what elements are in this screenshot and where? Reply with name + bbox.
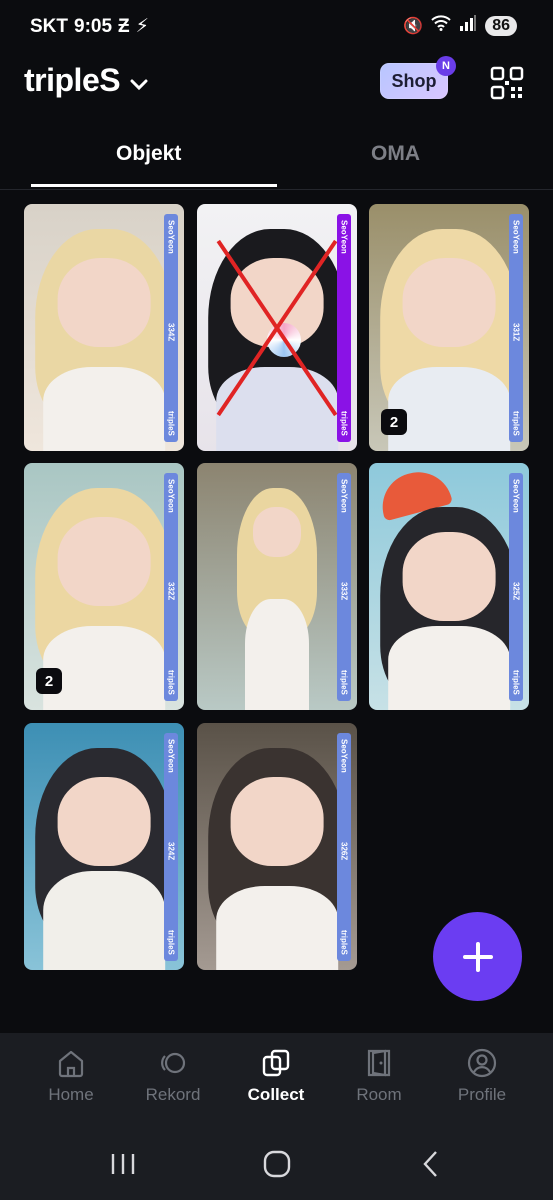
back-icon <box>423 1151 437 1177</box>
tab-objekt[interactable]: Objekt <box>116 142 181 166</box>
nav-collect-label: Collect <box>247 1085 305 1104</box>
recent-apps-icon <box>111 1154 135 1174</box>
profile-icon <box>467 1048 497 1078</box>
flash-icon: ⚡ <box>135 16 149 37</box>
app-header: tripleS Shop N <box>0 56 553 116</box>
serial-number: 331Z <box>511 323 521 342</box>
serial-number: 333Z <box>339 582 349 601</box>
status-bar: SKT 9:05 Ƶ ⚡ 🔇 86 <box>0 0 553 56</box>
nav-room-label: Room <box>356 1085 402 1104</box>
member-name: SeoYeon <box>511 220 521 254</box>
objekt-card[interactable]: SeoYeon 334Z tripleS <box>24 204 184 451</box>
group-label: tripleS <box>339 930 349 955</box>
serial-number: 324Z <box>166 842 176 861</box>
objekt-card[interactable]: SeoYeon 325Z tripleS <box>369 463 529 710</box>
nav-rekord-label: Rekord <box>145 1085 201 1104</box>
battery-indicator: 86 <box>485 15 517 36</box>
home-circle-icon <box>263 1150 291 1178</box>
member-name: SeoYeon <box>339 739 349 773</box>
nav-collect[interactable]: Collect <box>231 1047 321 1105</box>
group-selector[interactable]: tripleS <box>24 62 148 99</box>
add-objekt-button[interactable] <box>433 912 522 1001</box>
tab-bar: Objekt OMA <box>0 128 553 190</box>
serial-number: 325Z <box>511 582 521 601</box>
objekt-card[interactable]: SeoYeon 326Z tripleS <box>197 723 357 970</box>
group-label: tripleS <box>339 411 349 436</box>
nav-profile[interactable]: Profile <box>437 1047 527 1105</box>
objekt-photo <box>24 204 184 451</box>
shop-label: Shop <box>391 70 437 91</box>
objekt-strip: SeoYeon 334Z tripleS <box>164 214 178 442</box>
objekt-card[interactable]: SeoYeon 333Z tripleS <box>197 463 357 710</box>
objekt-strip: SeoYeon 332Z tripleS <box>164 473 178 701</box>
objekt-photo <box>197 463 357 710</box>
plus-icon <box>462 941 493 972</box>
shop-new-badge: N <box>436 56 456 76</box>
notification-z-icon: Ƶ <box>118 15 130 37</box>
room-icon <box>367 1049 391 1077</box>
group-label: tripleS <box>166 670 176 695</box>
nav-home[interactable]: Home <box>26 1047 116 1105</box>
objekt-card[interactable]: SeoYeon tripleS <box>197 204 357 451</box>
member-name: SeoYeon <box>511 479 521 513</box>
group-label: tripleS <box>166 930 176 955</box>
serial-number: 334Z <box>166 323 176 342</box>
group-name: tripleS <box>24 62 121 98</box>
duplicate-count-badge: 2 <box>36 668 62 694</box>
tab-divider <box>0 189 553 190</box>
rekord-icon <box>161 1052 186 1074</box>
member-name: SeoYeon <box>339 220 349 254</box>
objekt-card[interactable]: SeoYeon 332Z tripleS 2 <box>24 463 184 710</box>
objekt-strip: SeoYeon 325Z tripleS <box>509 473 523 701</box>
member-name: SeoYeon <box>166 739 176 773</box>
member-name: SeoYeon <box>166 479 176 513</box>
objekt-grid: SeoYeon 334Z tripleS SeoYeon tripleS Seo… <box>24 204 530 974</box>
status-right: 🔇 86 <box>403 15 517 36</box>
objekt-photo <box>24 723 184 970</box>
objekt-strip: SeoYeon 333Z tripleS <box>337 473 351 701</box>
active-tab-indicator <box>31 184 277 187</box>
group-label: tripleS <box>511 411 521 436</box>
objekt-photo <box>197 723 357 970</box>
clock: 9:05 <box>74 15 113 37</box>
objekt-strip: SeoYeon 326Z tripleS <box>337 733 351 961</box>
member-name: SeoYeon <box>166 220 176 254</box>
objekt-strip: SeoYeon tripleS <box>337 214 351 442</box>
objekt-card[interactable]: SeoYeon 331Z tripleS 2 <box>369 204 529 451</box>
status-left: SKT 9:05 Ƶ ⚡ <box>30 15 149 38</box>
objekt-card[interactable]: SeoYeon 324Z tripleS <box>24 723 184 970</box>
group-label: tripleS <box>339 670 349 695</box>
chevron-down-icon <box>130 62 148 99</box>
nav-rekord[interactable]: Rekord <box>128 1047 218 1105</box>
mute-icon: 🔇 <box>403 17 424 35</box>
home-button[interactable] <box>257 1148 297 1180</box>
nav-room[interactable]: Room <box>334 1047 424 1105</box>
serial-number: 332Z <box>166 582 176 601</box>
objekt-photo <box>369 463 529 710</box>
collect-icon <box>262 1049 290 1077</box>
qr-code-icon[interactable] <box>490 66 524 100</box>
recent-apps-button[interactable] <box>103 1148 143 1180</box>
nav-profile-label: Profile <box>457 1085 507 1104</box>
group-label: tripleS <box>166 411 176 436</box>
serial-number: 326Z <box>339 842 349 861</box>
wifi-icon <box>431 15 451 36</box>
objekt-strip: SeoYeon 324Z tripleS <box>164 733 178 961</box>
back-button[interactable] <box>412 1148 452 1180</box>
tab-oma[interactable]: OMA <box>371 142 420 166</box>
member-name: SeoYeon <box>339 479 349 513</box>
group-label: tripleS <box>511 670 521 695</box>
objekt-strip: SeoYeon 331Z tripleS <box>509 214 523 442</box>
signal-icon <box>459 15 477 36</box>
home-icon <box>58 1050 84 1078</box>
bottom-nav: Home Rekord Collect Room Profile <box>0 1033 553 1130</box>
system-nav-bar <box>0 1130 553 1200</box>
duplicate-count-badge: 2 <box>381 409 407 435</box>
carrier-label: SKT <box>30 15 68 37</box>
nav-home-label: Home <box>48 1085 94 1104</box>
